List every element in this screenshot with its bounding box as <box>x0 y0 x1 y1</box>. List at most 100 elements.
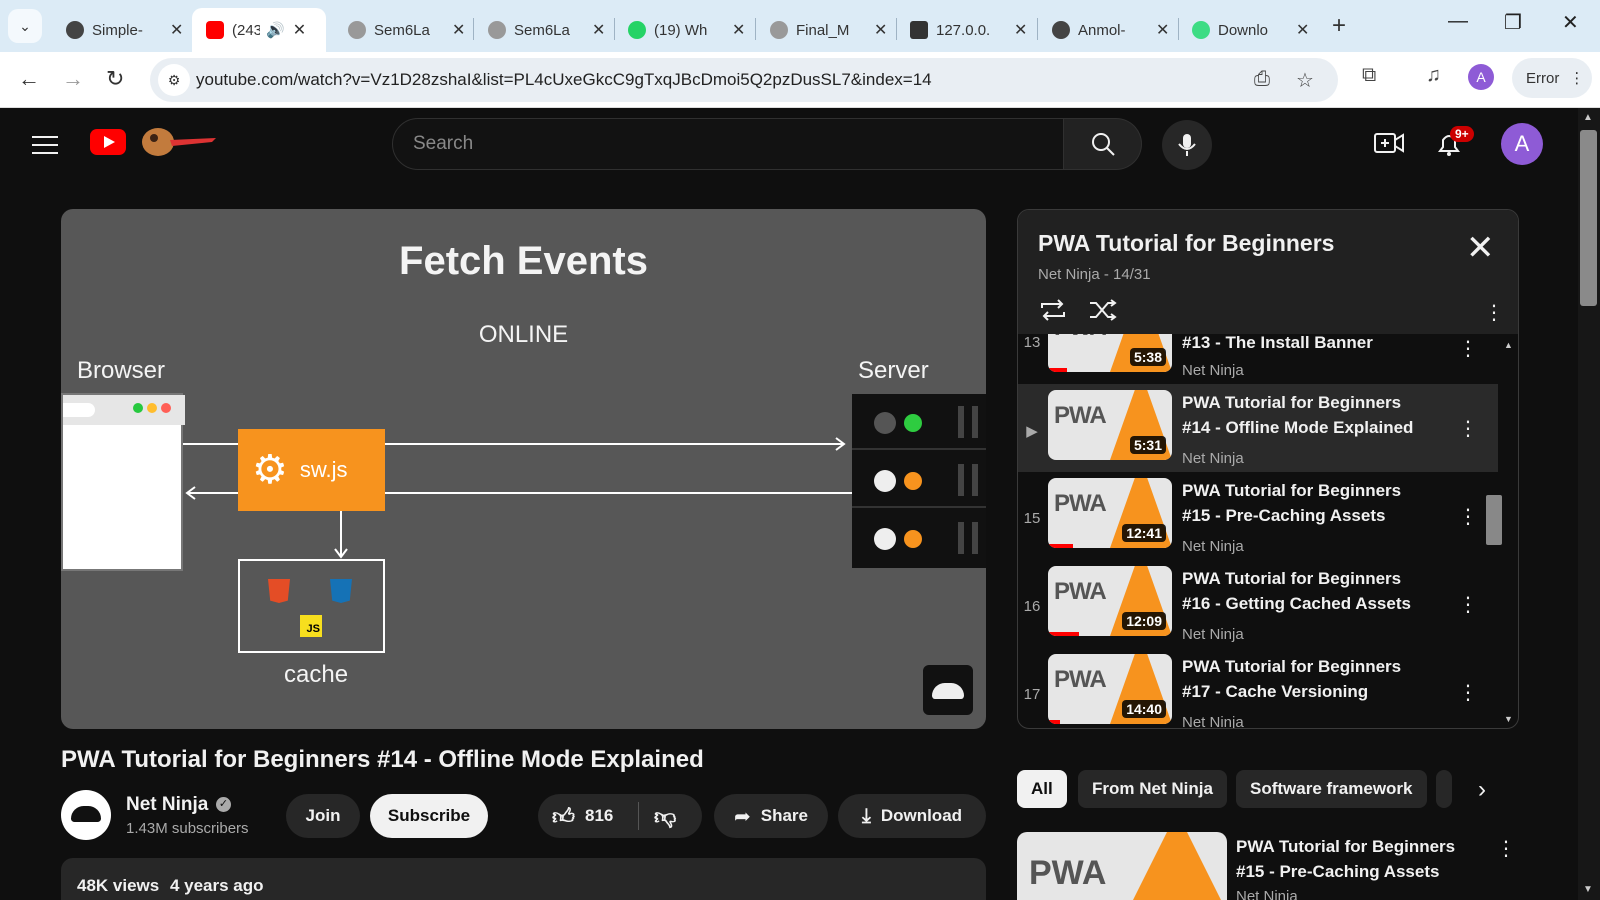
video-thumbnail[interactable]: PWA 5:31 <box>1048 390 1172 460</box>
chip-all[interactable]: All <box>1017 770 1067 808</box>
close-playlist-icon[interactable]: ✕ <box>1466 228 1495 268</box>
shuffle-icon[interactable] <box>1088 298 1118 322</box>
reload-button[interactable]: ↻ <box>106 66 124 92</box>
restore-button[interactable]: ❐ <box>1504 10 1522 35</box>
kebab-menu-icon[interactable]: ⋮ <box>1458 336 1478 361</box>
video-thumbnail[interactable]: PWA 12:41 <box>1048 478 1172 548</box>
playlist-item-title[interactable]: PWA Tutorial for Beginners #15 - Pre-Cac… <box>1182 478 1432 528</box>
bookmark-star-icon[interactable]: ☆ <box>1296 68 1314 93</box>
video-player[interactable]: Fetch Events ONLINE Browser Server ⚙ sw.… <box>61 209 986 729</box>
search-button[interactable] <box>1064 118 1142 170</box>
playlist-item-channel: Net Ninja <box>1182 538 1244 555</box>
extensions-icon[interactable]: ⧉ <box>1362 64 1376 87</box>
download-button[interactable]: ⤓ Download <box>838 794 986 838</box>
window-close-button[interactable]: ✕ <box>1562 10 1579 35</box>
site-info-icon[interactable]: ⚙ <box>158 64 190 96</box>
description-box[interactable]: 48K views 4 years ago <box>61 858 986 900</box>
close-icon[interactable]: ✕ <box>732 20 745 40</box>
chip-from-net-ninja[interactable]: From Net Ninja <box>1078 770 1227 808</box>
video-thumbnail[interactable]: PWA 12:09 <box>1048 566 1172 636</box>
search-input[interactable]: Search <box>392 118 1064 170</box>
kebab-menu-icon[interactable]: ⋮ <box>1458 680 1478 705</box>
tab-2-active[interactable]: (243 🔊 ✕ <box>192 8 326 52</box>
close-icon[interactable]: ✕ <box>1296 20 1309 40</box>
install-app-icon[interactable]: ⎙ <box>1254 68 1270 91</box>
scroll-up-arrow-icon[interactable]: ▲ <box>1583 112 1593 123</box>
like-count[interactable]: 816 <box>585 806 613 826</box>
media-control-icon[interactable]: ♫ <box>1426 64 1441 87</box>
tab-7[interactable]: 127.0.0. ✕ <box>896 8 1037 52</box>
slide-sw-label: sw.js <box>299 457 348 482</box>
playlist-item-title[interactable]: PWA Tutorial for Beginners #16 - Getting… <box>1182 566 1432 616</box>
kebab-menu-icon[interactable]: ⋮ <box>1458 504 1478 529</box>
chip-partial[interactable] <box>1436 770 1452 808</box>
close-icon[interactable]: ✕ <box>592 20 605 40</box>
scroll-down-arrow-icon[interactable]: ▼ <box>1583 884 1593 895</box>
youtube-logo[interactable] <box>90 129 126 155</box>
close-icon[interactable]: ✕ <box>452 20 465 40</box>
close-icon[interactable]: ✕ <box>170 20 183 40</box>
join-button[interactable]: Join <box>286 794 360 838</box>
loop-icon[interactable] <box>1038 298 1068 322</box>
playlist-item-title[interactable]: #13 - The Install Banner <box>1182 334 1432 355</box>
playlist-more-icon[interactable]: ⋮ <box>1484 300 1504 325</box>
playlist-item[interactable]: 15 PWA 12:41 PWA Tutorial for Beginners #… <box>1018 472 1498 560</box>
github-icon <box>1052 21 1070 39</box>
tab-9[interactable]: Downlo ✕ <box>1178 8 1319 52</box>
voice-search-button[interactable] <box>1162 120 1212 170</box>
subscribe-button[interactable]: Subscribe <box>370 794 488 838</box>
thumbs-down-icon[interactable]: 👎︎ <box>654 803 676 830</box>
video-thumbnail[interactable]: PWA5:38 <box>1048 334 1172 372</box>
playlist-item[interactable]: 16 PWA 12:09 PWA Tutorial for Beginners #… <box>1018 560 1498 648</box>
chip-software-framework[interactable]: Software framework <box>1236 770 1427 808</box>
page-scrollbar-thumb[interactable] <box>1580 130 1597 306</box>
playlist-item-index: 15 <box>1023 510 1041 527</box>
minimize-button[interactable]: — <box>1448 10 1468 33</box>
tab-3[interactable]: Sem6La ✕ <box>334 8 475 52</box>
tab-5[interactable]: (19) Wh ✕ <box>614 8 755 52</box>
error-button[interactable]: Error ⋮ <box>1512 58 1592 98</box>
channel-name[interactable]: Net Ninja <box>126 794 208 816</box>
playlist-item-current[interactable]: ▶ PWA 5:31 PWA Tutorial for Beginners #14… <box>1018 384 1498 472</box>
related-video-thumbnail[interactable]: PWA <box>1017 832 1227 900</box>
tab-search-button[interactable]: ⌄ <box>8 9 42 43</box>
close-icon[interactable]: ✕ <box>874 20 887 40</box>
address-bar[interactable]: ⚙ youtube.com/watch?v=Vz1D28zshaI&list=P… <box>150 58 1338 102</box>
share-button[interactable]: ➦ Share <box>714 794 828 838</box>
playlist-item-title[interactable]: PWA Tutorial for Beginners #17 - Cache V… <box>1182 654 1432 704</box>
tab-8[interactable]: Anmol- ✕ <box>1038 8 1179 52</box>
playlist-item[interactable]: 13 PWA5:38 #13 - The Install Banner Net … <box>1018 334 1498 384</box>
account-avatar[interactable]: A <box>1501 123 1543 165</box>
channel-avatar[interactable] <box>61 790 111 840</box>
new-tab-button[interactable]: + <box>1332 12 1346 40</box>
tab-title: Sem6La <box>374 21 430 39</box>
forward-button[interactable]: → <box>62 66 84 92</box>
speaker-icon[interactable]: 🔊 <box>266 21 285 39</box>
url-text[interactable]: youtube.com/watch?v=Vz1D28zshaI&list=PL4… <box>196 70 932 90</box>
browser-profile-avatar[interactable]: A <box>1468 64 1494 90</box>
close-icon[interactable]: ✕ <box>293 20 306 40</box>
verified-check-icon: ✓ <box>216 797 231 812</box>
create-video-icon[interactable] <box>1374 130 1404 156</box>
tab-6[interactable]: Final_M ✕ <box>756 8 897 52</box>
playlist-scrollbar-thumb[interactable] <box>1486 495 1502 545</box>
video-thumbnail[interactable]: PWA 14:40 <box>1048 654 1172 724</box>
close-icon[interactable]: ✕ <box>1014 20 1027 40</box>
kebab-menu-icon[interactable]: ⋮ <box>1458 592 1478 617</box>
playlist-title[interactable]: PWA Tutorial for Beginners <box>1038 230 1334 257</box>
thumbs-up-icon[interactable]: 👍︎ <box>552 803 575 830</box>
playlist-item[interactable]: 17 PWA 14:40 PWA Tutorial for Beginners #… <box>1018 648 1498 728</box>
tab-1[interactable]: Simple- ✕ <box>52 8 193 52</box>
video-title: PWA Tutorial for Beginners #14 - Offline… <box>61 746 704 773</box>
chevron-right-icon[interactable]: › <box>1478 776 1486 804</box>
kebab-menu-icon[interactable]: ⋮ <box>1458 416 1478 441</box>
back-button[interactable]: ← <box>18 66 40 92</box>
related-video-title[interactable]: PWA Tutorial for Beginners #15 - Pre-Cac… <box>1236 834 1486 884</box>
doodle-icon[interactable] <box>132 124 216 158</box>
tab-4[interactable]: Sem6La ✕ <box>474 8 615 52</box>
close-icon[interactable]: ✕ <box>1156 20 1169 40</box>
kebab-menu-icon[interactable]: ⋮ <box>1496 836 1516 861</box>
hamburger-menu-icon[interactable] <box>32 130 58 160</box>
playlist-item-title[interactable]: PWA Tutorial for Beginners #14 - Offline… <box>1182 390 1432 440</box>
tab-title: Anmol- <box>1078 21 1126 39</box>
